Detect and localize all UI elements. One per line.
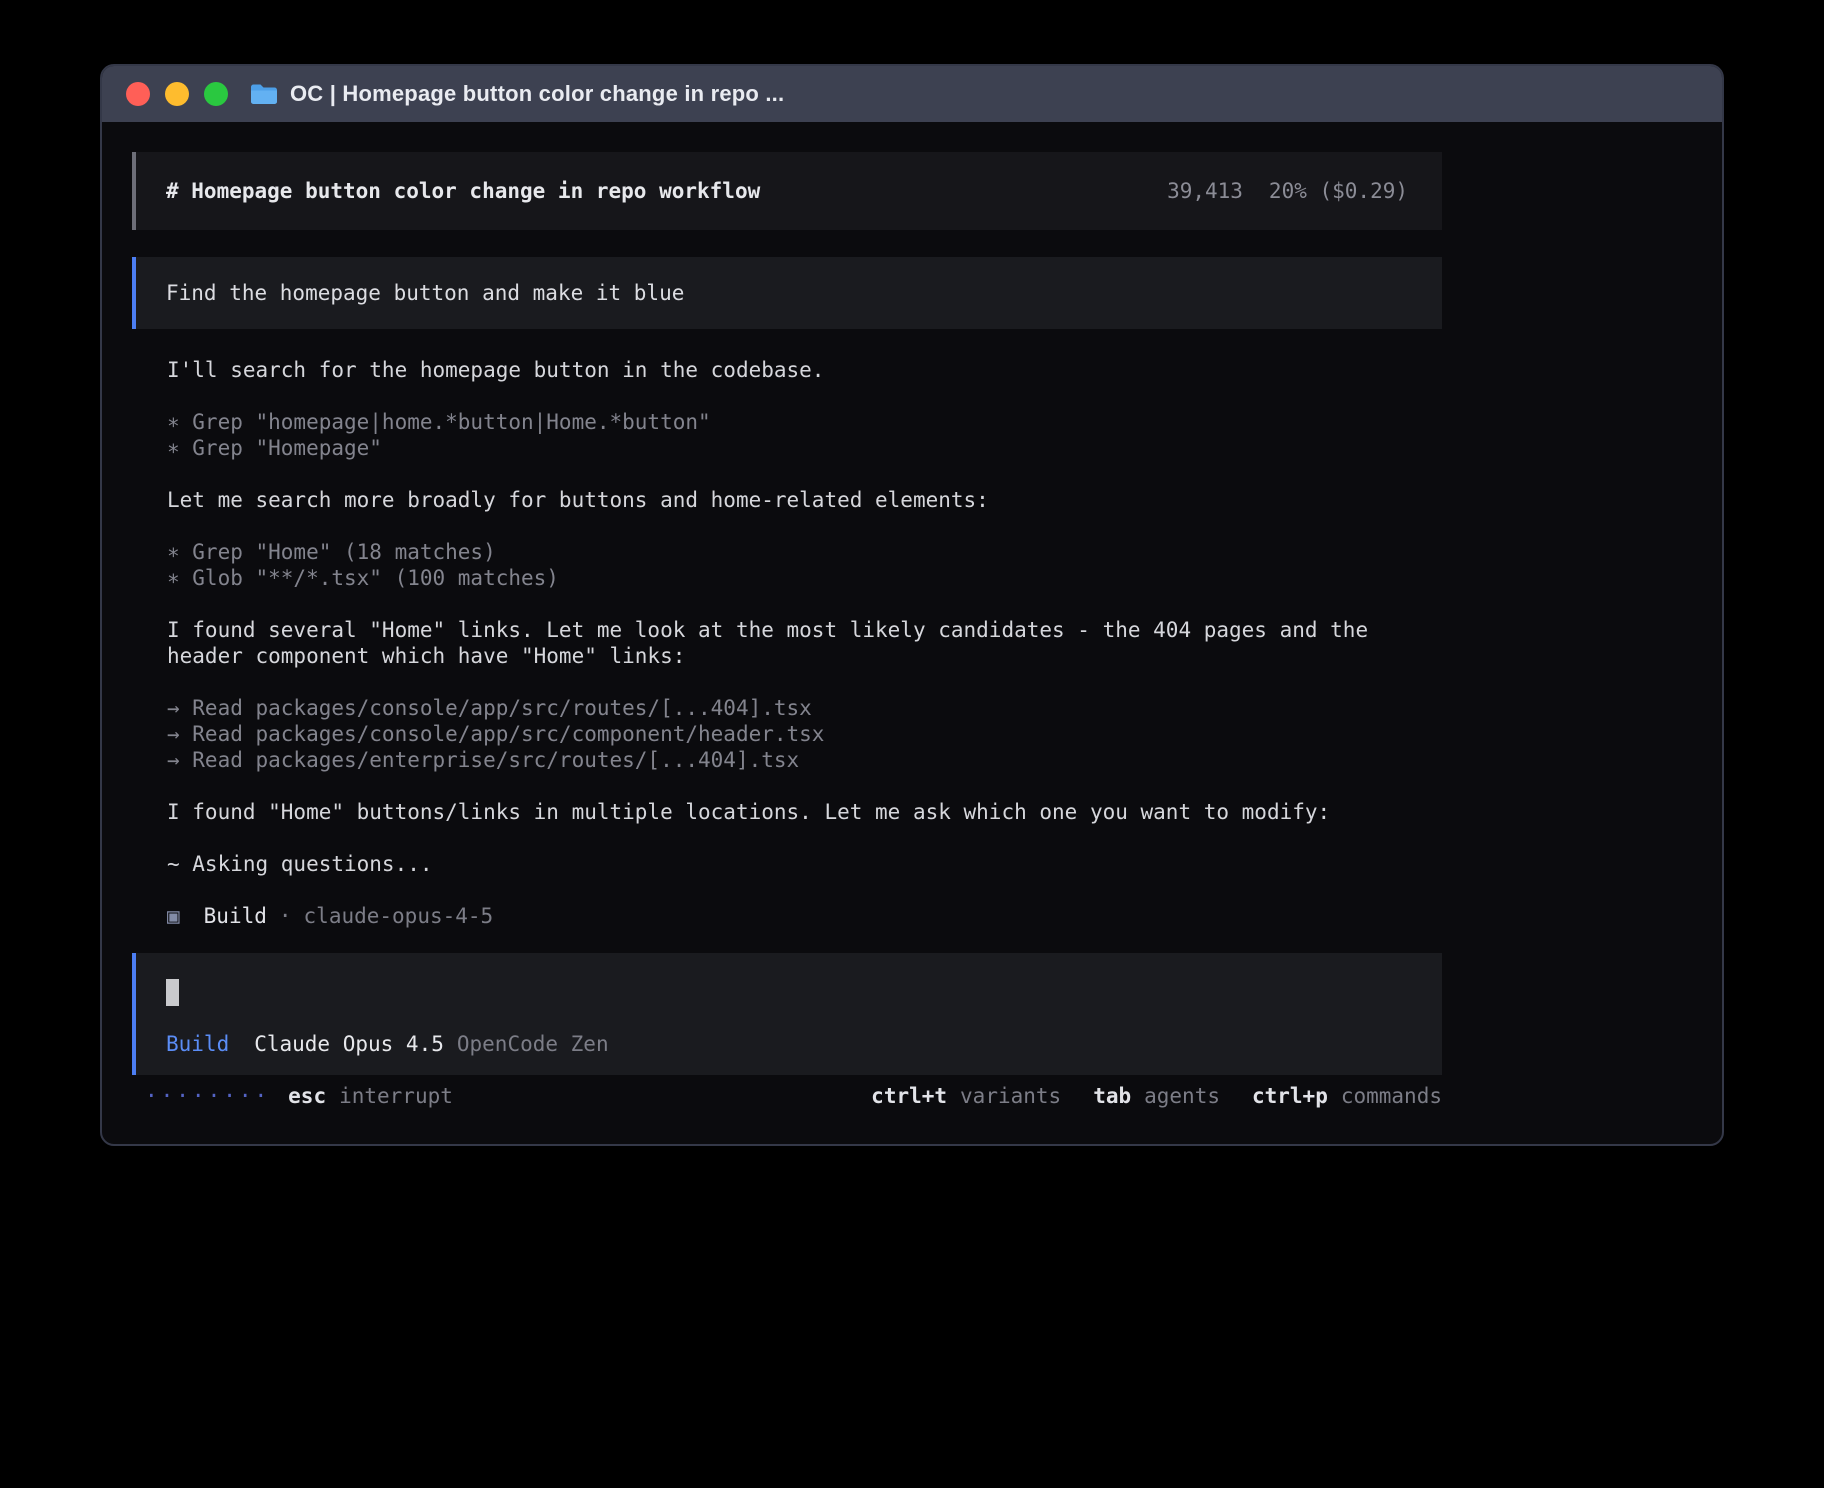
tool-call-grep: ∗ Grep "homepage|home.*button|Home.*butt… — [167, 409, 1442, 435]
zoom-button[interactable] — [204, 82, 228, 106]
input-mode-line: Build Claude Opus 4.5 OpenCode Zen — [166, 1031, 1412, 1057]
close-button[interactable] — [126, 82, 150, 106]
mode-badge: Build — [166, 1031, 229, 1057]
terminal-screen: # Homepage button color change in repo w… — [102, 122, 1722, 1109]
shortcut-agents: tab agents — [1093, 1083, 1220, 1109]
tool-call-read: → Read packages/enterprise/src/routes/[.… — [167, 747, 1442, 773]
tool-call-read: → Read packages/console/app/src/componen… — [167, 721, 1442, 747]
status-bar: ········ esc interrupt ctrl+t variants t… — [132, 1083, 1442, 1109]
shortcut-commands: ctrl+p commands — [1252, 1083, 1442, 1109]
agent-name: Build — [204, 903, 267, 929]
tool-call-group: ∗ Grep "homepage|home.*button|Home.*butt… — [167, 409, 1442, 461]
shortcut-variants: ctrl+t variants — [871, 1083, 1061, 1109]
working-status: ~ Asking questions... — [167, 851, 1442, 877]
token-count: 39,413 — [1167, 178, 1243, 204]
tool-call-glob: ∗ Glob "**/*.tsx" (100 matches) — [167, 565, 1442, 591]
assistant-paragraph: Let me search more broadly for buttons a… — [167, 487, 1442, 513]
commands-label: commands — [1341, 1083, 1442, 1109]
tool-call-grep: ∗ Grep "Home" (18 matches) — [167, 539, 1442, 565]
spinner: ········ — [145, 1083, 270, 1109]
esc-key: esc — [288, 1083, 326, 1109]
esc-label: interrupt — [339, 1083, 453, 1109]
ctrl-p-key: ctrl+p — [1252, 1083, 1328, 1109]
assistant-paragraph: I found "Home" buttons/links in multiple… — [167, 799, 1442, 825]
user-message-text: Find the homepage button and make it blu… — [166, 280, 684, 306]
agents-label: agents — [1144, 1083, 1220, 1109]
terminal-window: OC | Homepage button color change in rep… — [100, 64, 1724, 1146]
folder-icon — [250, 83, 278, 105]
tool-call-group: ∗ Grep "Home" (18 matches) ∗ Glob "**/*.… — [167, 539, 1442, 591]
tab-key: tab — [1093, 1083, 1131, 1109]
status-bar-left: ········ esc interrupt — [145, 1083, 453, 1109]
agent-model: claude-opus-4-5 — [304, 903, 494, 929]
traffic-lights — [126, 82, 228, 106]
minimize-button[interactable] — [165, 82, 189, 106]
agent-status-line: ▣ Build · claude-opus-4-5 — [167, 903, 1442, 929]
model-name: Claude Opus 4.5 — [254, 1031, 444, 1057]
tool-call-grep: ∗ Grep "Homepage" — [167, 435, 1442, 461]
session-meta: 39,413 20% ($0.29) — [1167, 178, 1408, 204]
tool-call-group: → Read packages/console/app/src/routes/[… — [167, 695, 1442, 773]
prompt-input[interactable]: Build Claude Opus 4.5 OpenCode Zen — [132, 953, 1442, 1075]
text-cursor — [166, 979, 179, 1006]
ctrl-t-key: ctrl+t — [871, 1083, 947, 1109]
provider-name: OpenCode Zen — [457, 1031, 609, 1057]
session-header: # Homepage button color change in repo w… — [132, 152, 1442, 230]
session-title: # Homepage button color change in repo w… — [166, 178, 760, 204]
assistant-paragraph: I'll search for the homepage button in t… — [167, 357, 1442, 383]
agent-separator: · — [279, 903, 292, 929]
build-agent-icon: ▣ — [167, 903, 180, 929]
tool-call-read: → Read packages/console/app/src/routes/[… — [167, 695, 1442, 721]
window-title: OC | Homepage button color change in rep… — [290, 81, 784, 107]
variants-label: variants — [960, 1083, 1061, 1109]
shortcut-interrupt: esc interrupt — [288, 1083, 453, 1109]
assistant-paragraph: I found several "Home" links. Let me loo… — [167, 617, 1442, 669]
context-usage: 20% ($0.29) — [1269, 178, 1408, 204]
status-bar-right: ctrl+t variants tab agents ctrl+p comman… — [871, 1083, 1442, 1109]
user-message: Find the homepage button and make it blu… — [132, 257, 1442, 329]
window-titlebar: OC | Homepage button color change in rep… — [102, 66, 1722, 122]
